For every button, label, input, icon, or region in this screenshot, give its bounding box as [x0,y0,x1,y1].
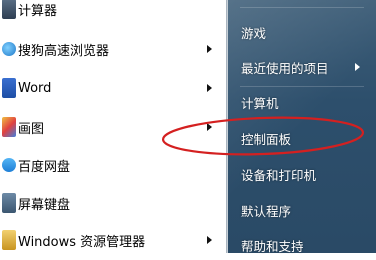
program-item-word[interactable]: Word [0,71,226,105]
menu-item-help-and-support[interactable]: 帮助和支持 [228,230,376,260]
word-icon [2,78,16,98]
menu-item-label: 帮助和支持 [241,238,304,254]
program-item-label: 屏幕键盘 [18,197,71,213]
onscreen-keyboard-icon [2,193,16,213]
menu-item-label: 计算机 [241,95,279,111]
submenu-arrow-icon [207,45,212,53]
system-links-pane: 游戏 最近使用的项目 计算机 控制面板 设备和打印机 默认程序 帮助和支持 [228,0,376,254]
program-item-baidu-netdisk[interactable]: 百度网盘 [0,148,226,182]
submenu-arrow-icon [207,84,212,92]
program-item-windows-explorer[interactable]: Windows 资源管理器 [0,223,226,257]
divider [240,7,364,8]
program-item-label: 搜狗高速浏览器 [18,43,110,59]
submenu-arrow-icon [207,236,212,244]
program-item-calculator[interactable]: 计算器 [0,0,226,26]
program-item-sogou-browser[interactable]: 搜狗高速浏览器 [0,32,226,66]
program-item-onscreen-keyboard[interactable]: 屏幕键盘 [0,186,226,220]
program-item-label: 百度网盘 [18,159,71,175]
program-item-label: Word [18,80,52,96]
menu-item-default-programs[interactable]: 默认程序 [228,195,376,225]
menu-item-computer[interactable]: 计算机 [228,87,376,117]
paint-icon [2,117,16,137]
program-item-label: 画图 [18,121,45,137]
menu-item-control-panel[interactable]: 控制面板 [228,123,376,153]
menu-item-label: 游戏 [241,25,267,41]
program-item-label: 计算器 [18,3,58,19]
submenu-arrow-icon [207,123,212,131]
programs-list: 计算器 搜狗高速浏览器 Word 画图 百度网盘 屏幕键盘 Windows 资源… [0,0,226,253]
sogou-browser-icon [2,42,16,56]
menu-item-devices-and-printers[interactable]: 设备和打印机 [228,159,376,189]
calculator-icon [2,0,16,19]
menu-item-recent-items[interactable]: 最近使用的项目 [228,52,376,82]
menu-item-label: 默认程序 [241,203,292,219]
program-item-paint[interactable]: 画图 [0,110,226,144]
menu-item-label: 设备和打印机 [241,167,317,183]
windows-explorer-icon [2,230,16,250]
menu-item-games[interactable]: 游戏 [228,17,376,47]
program-item-label: Windows 资源管理器 [18,234,146,250]
baidu-netdisk-icon [2,158,16,172]
menu-item-label: 最近使用的项目 [241,60,329,76]
submenu-arrow-icon [355,63,360,71]
menu-item-label: 控制面板 [241,131,292,147]
